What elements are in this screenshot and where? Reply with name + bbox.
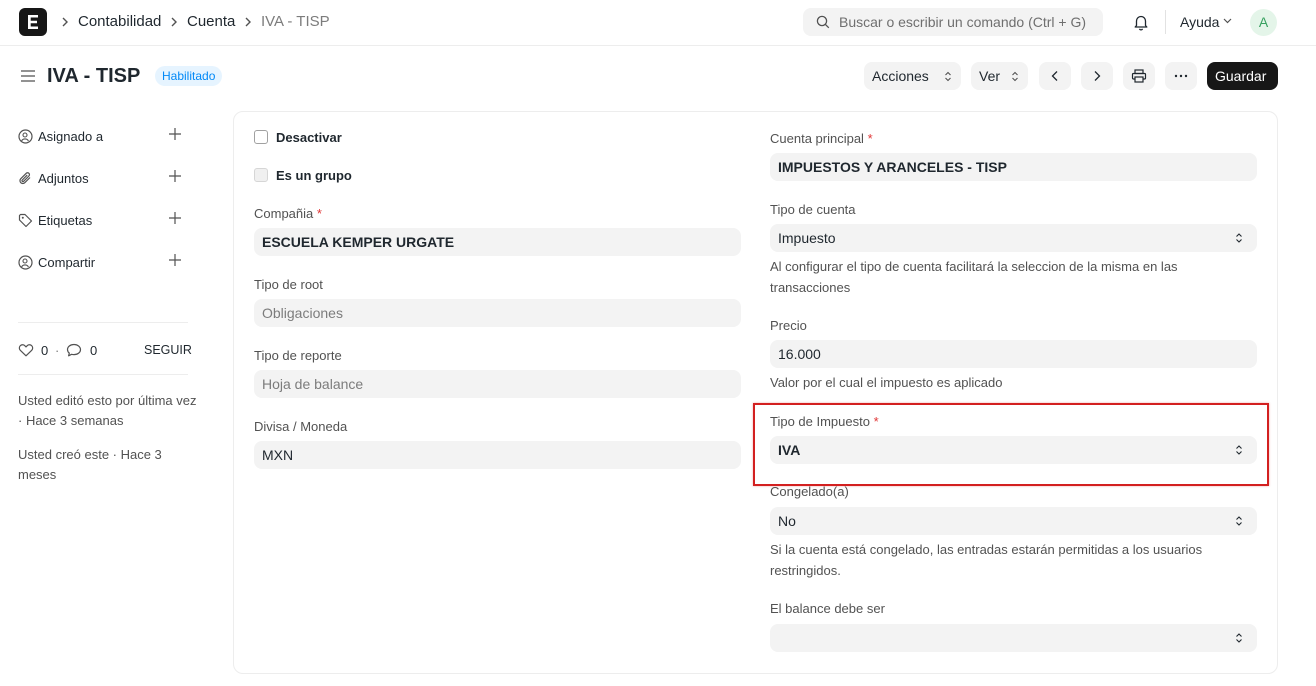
printer-icon — [1131, 69, 1147, 83]
frozen-value: No — [778, 513, 796, 529]
breadcrumb-contabilidad[interactable]: Contabilidad — [78, 13, 161, 31]
frozen-select[interactable]: No — [770, 507, 1257, 535]
frozen-description: Si la cuenta está congelado, las entrada… — [770, 542, 1203, 578]
notification-bell-icon[interactable] — [1132, 13, 1150, 31]
comment-icon[interactable] — [66, 343, 82, 357]
sidebar-item-assigned-to[interactable]: Asignado a — [18, 127, 188, 147]
comments-count: 0 — [90, 343, 98, 358]
root-type-field: Obligaciones — [254, 299, 741, 327]
search-input[interactable] — [839, 8, 1099, 36]
is-group-label: Es un grupo — [276, 168, 352, 183]
plus-icon[interactable] — [168, 253, 182, 267]
top-navbar: Contabilidad Cuenta IVA - TISP Ayuda A — [0, 0, 1316, 46]
updown-chevron-icon — [1236, 516, 1242, 526]
rate-description: Valor por el cual el impuesto es aplicad… — [770, 375, 1003, 390]
sidebar-divider — [18, 322, 188, 323]
plus-icon[interactable] — [168, 169, 182, 183]
save-button-label: Guardar — [1215, 68, 1267, 84]
root-type-label: Tipo de root — [254, 277, 323, 292]
sidebar-item-label: Compartir — [38, 255, 96, 270]
actions-button[interactable]: Acciones — [864, 62, 961, 90]
tax-type-select[interactable]: IVA — [770, 436, 1257, 464]
sidebar-item-label: Etiquetas — [38, 213, 93, 228]
sidebar-item-attachments[interactable]: Adjuntos — [18, 169, 188, 189]
currency-label: Divisa / Moneda — [254, 419, 348, 434]
tax-type-value: IVA — [778, 442, 801, 458]
follow-button[interactable]: SEGUIR — [144, 343, 192, 357]
sidebar-divider — [18, 374, 188, 375]
paperclip-icon — [19, 172, 31, 185]
view-button-label: Ver — [979, 68, 1001, 84]
chevron-left-icon — [1051, 71, 1058, 81]
sidebar-item-label: Asignado a — [38, 129, 104, 144]
search-bar[interactable] — [803, 8, 1103, 36]
chevron-down-icon[interactable] — [1223, 18, 1232, 24]
chevron-right-icon — [62, 17, 68, 27]
updown-chevron-icon — [1236, 445, 1242, 455]
company-label: Compañia * — [254, 206, 322, 221]
chevron-right-icon — [245, 17, 251, 27]
balance-must-be-select[interactable] — [770, 624, 1257, 652]
company-field[interactable]: ESCUELA KEMPER URGATE — [254, 228, 741, 256]
account-type-description: Al configurar el tipo de cuenta facilita… — [770, 259, 1178, 295]
currency-field[interactable]: MXN — [254, 441, 741, 469]
save-button[interactable]: Guardar — [1207, 62, 1278, 90]
plus-icon[interactable] — [168, 127, 182, 141]
updown-chevron-icon — [1236, 233, 1242, 243]
disable-checkbox[interactable] — [254, 130, 268, 144]
app-logo[interactable] — [19, 8, 47, 36]
tag-icon — [18, 213, 33, 228]
heart-icon[interactable] — [18, 343, 34, 357]
search-icon — [816, 15, 830, 29]
parent-account-label: Cuenta principal * — [770, 131, 873, 146]
likes-comments-row: 0 · 0 SEGUIR — [18, 342, 193, 360]
sidebar-item-tags[interactable]: Etiquetas — [18, 211, 188, 231]
updown-chevron-icon — [1012, 71, 1018, 82]
frozen-label: Congelado(a) — [770, 484, 849, 499]
created-note: Usted creó este · Hace 3 meses — [18, 447, 162, 482]
user-avatar[interactable]: A — [1250, 9, 1277, 36]
account-type-select[interactable]: Impuesto — [770, 224, 1257, 252]
updown-chevron-icon — [1236, 633, 1242, 643]
more-dots-icon — [1174, 74, 1188, 78]
report-type-label: Tipo de reporte — [254, 348, 342, 363]
sidebar-toggle-icon[interactable] — [20, 68, 36, 84]
updown-chevron-icon — [945, 71, 951, 82]
account-type-value: Impuesto — [778, 230, 836, 246]
breadcrumb-current[interactable]: IVA - TISP — [261, 13, 330, 31]
more-options-button[interactable] — [1165, 62, 1197, 90]
sidebar-item-share[interactable]: Compartir — [18, 253, 188, 273]
last-modified-note: Usted editó esto por última vez · Hace 3… — [18, 393, 197, 428]
logo-e-icon — [28, 15, 38, 29]
previous-record-button[interactable] — [1039, 62, 1071, 90]
share-user-icon — [18, 255, 33, 270]
disable-label: Desactivar — [276, 130, 342, 145]
tax-type-label: Tipo de Impuesto * — [770, 414, 879, 429]
breadcrumb-cuenta[interactable]: Cuenta — [187, 13, 235, 31]
actions-button-label: Acciones — [872, 68, 929, 84]
parent-account-field[interactable]: IMPUESTOS Y ARANCELES - TISP — [770, 153, 1257, 181]
is-group-checkbox — [254, 168, 268, 182]
dot-separator: · — [55, 343, 60, 358]
print-button[interactable] — [1123, 62, 1155, 90]
likes-count: 0 — [41, 343, 49, 358]
plus-icon[interactable] — [168, 211, 182, 225]
balance-must-be-label: El balance debe ser — [770, 601, 885, 616]
user-add-icon — [18, 129, 33, 144]
chevron-right-icon — [1094, 71, 1101, 81]
next-record-button[interactable] — [1081, 62, 1113, 90]
rate-field[interactable]: 16.000 — [770, 340, 1257, 368]
navbar-divider — [1165, 10, 1166, 34]
account-type-label: Tipo de cuenta — [770, 202, 856, 217]
sidebar-item-label: Adjuntos — [38, 171, 89, 186]
help-menu[interactable]: Ayuda — [1180, 14, 1219, 31]
view-button[interactable]: Ver — [971, 62, 1028, 90]
rate-label: Precio — [770, 318, 807, 333]
page-title: IVA - TISP — [47, 65, 141, 87]
status-badge: Habilitado — [155, 66, 223, 86]
chevron-right-icon — [171, 17, 177, 27]
report-type-field: Hoja de balance — [254, 370, 741, 398]
